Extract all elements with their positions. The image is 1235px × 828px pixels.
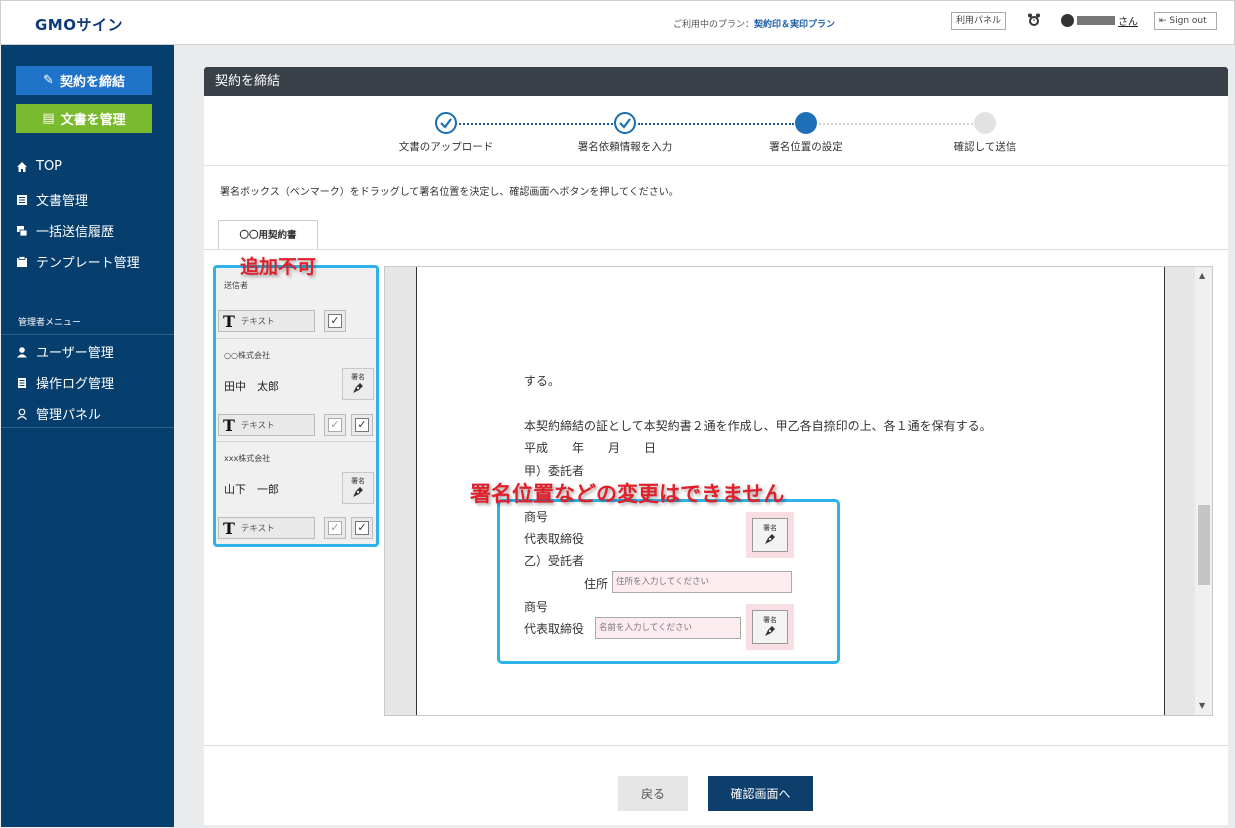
signature-box[interactable]: 署名 [342, 368, 374, 400]
check-icon: ✓ [328, 418, 342, 432]
handshake-icon: ✎ [43, 73, 54, 88]
sidebar: ✎ 契約を締結 ▤ 文書を管理 TOP 文書管理 一括送信履歴 テンプレート管理 管… [1, 45, 174, 827]
signer-checkbox-optional[interactable]: ✓ [324, 517, 346, 539]
doc-line: 本契約締結の証として本契約書２通を作成し、甲乙各自捺印の上、各１通を保有する。 [524, 419, 992, 433]
avatar-icon [1061, 14, 1074, 27]
step-connector [819, 123, 973, 125]
manage-documents-button[interactable]: ▤ 文書を管理 [16, 104, 152, 133]
sidebar-item-log-management[interactable]: 操作ログ管理 [16, 373, 114, 392]
check-icon: ✓ [355, 521, 369, 535]
document-list-icon [17, 194, 27, 205]
signer-divider [216, 441, 376, 442]
annotation-cannot-add: 追加不可 [240, 256, 317, 278]
page-title: 契約を締結 [204, 67, 1228, 96]
template-icon [17, 255, 27, 267]
sidebar-item-user-management[interactable]: ユーザー管理 [16, 342, 114, 361]
annotation-cannot-change: 署名位置などの変更はできません [470, 482, 785, 506]
step-1-check-icon [435, 112, 457, 134]
text-icon: T [223, 311, 235, 331]
scroll-up-icon[interactable]: ▲ [1199, 271, 1205, 280]
sidebar-divider [1, 427, 174, 428]
tab-underline [204, 249, 1228, 250]
tab-contract-document[interactable]: 〇〇用契約書 [218, 220, 318, 250]
highlight-frame-document [497, 499, 840, 664]
signature-box[interactable]: 署名 [342, 472, 374, 504]
footer-divider [204, 745, 1228, 746]
sidebar-divider [1, 334, 174, 335]
doc-line: する。 [524, 374, 561, 388]
admin-panel-icon [17, 408, 27, 420]
instruction-text: 署名ボックス（ペンマーク）をドラッグして署名位置を決定し、確認画面へボタンを押し… [220, 187, 679, 198]
signer-text-box[interactable]: T テキスト [218, 414, 315, 436]
plan-name[interactable]: 契約印＆実印プラン [754, 20, 835, 30]
document-icon: ▤ [42, 111, 55, 126]
step-indicator: 文書のアップロード 署名依頼情報を入力 署名位置の設定 確認して送信 [204, 96, 1228, 166]
step-2-check-icon [614, 112, 636, 134]
sidebar-item-documents[interactable]: 文書管理 [16, 190, 88, 209]
sender-checkbox[interactable]: ✓ [324, 310, 346, 332]
usage-panel-button[interactable]: 利用パネル [951, 12, 1007, 30]
logo[interactable]: GMOサイン [35, 14, 123, 35]
text-icon: T [223, 415, 235, 435]
sidebar-item-batch-history[interactable]: 一括送信履歴 [16, 221, 114, 240]
vertical-scrollbar[interactable]: ▲ ▼ [1195, 267, 1212, 715]
step-label-upload: 文書のアップロード [398, 141, 494, 153]
alarm-icon[interactable] [1027, 13, 1041, 27]
user-menu[interactable]: さん [1061, 13, 1138, 28]
pen-icon [353, 487, 363, 497]
signer-name: 山下 一郎 [224, 483, 279, 496]
signer-list: 送信者 T テキスト ✓ ○○株式会社 田中 太郎 署名 T テキスト ✓ ✓ xx… [213, 265, 379, 547]
step-connector [638, 123, 794, 125]
back-button[interactable]: 戻る [618, 776, 688, 811]
main-panel: 契約を締結 文書のアップロード 署名依頼情報を入力 署名位置の設定 確認して送信… [204, 67, 1228, 825]
step-label-request-info: 署名依頼情報を入力 [577, 141, 673, 153]
home-icon [17, 161, 27, 172]
scroll-down-icon[interactable]: ▼ [1199, 701, 1205, 710]
sidebar-item-templates[interactable]: テンプレート管理 [16, 252, 140, 271]
sender-label: 送信者 [224, 281, 248, 290]
batch-icon [17, 225, 28, 236]
signer-name: 田中 太郎 [224, 380, 279, 393]
signer-checkbox-optional[interactable]: ✓ [324, 414, 346, 436]
signer-text-box[interactable]: T テキスト [218, 517, 315, 539]
step-connector [459, 123, 613, 125]
sidebar-item-top[interactable]: TOP [16, 159, 62, 174]
signer-divider [216, 338, 376, 339]
signer-company: ○○株式会社 [224, 351, 270, 360]
sender-text-box[interactable]: T テキスト [218, 310, 315, 332]
signer-company: xxx株式会社 [224, 454, 271, 463]
signer-checkbox-required[interactable]: ✓ [351, 414, 373, 436]
user-suffix: さん [1118, 17, 1138, 28]
step-label-signature-position: 署名位置の設定 [769, 141, 843, 153]
sidebar-item-admin-panel[interactable]: 管理パネル [16, 404, 101, 423]
sign-contract-button[interactable]: ✎ 契約を締結 [16, 66, 152, 95]
plan-info: ご利用中のプラン：契約印＆実印プラン [673, 20, 836, 30]
admin-menu-label: 管理者メニュー [18, 318, 82, 328]
signout-icon: ⇤ [1159, 16, 1167, 26]
log-icon [18, 377, 26, 388]
app-header: GMOサイン ご利用中のプラン：契約印＆実印プラン 利用パネル さん ⇤ Sig… [0, 0, 1235, 45]
user-icon [17, 346, 27, 357]
next-confirm-button[interactable]: 確認画面へ [708, 776, 813, 811]
doc-line: 平成 年 月 日 [524, 441, 657, 455]
step-3-active-dot [795, 112, 817, 134]
pen-icon [353, 383, 363, 393]
user-name-redacted [1077, 16, 1115, 25]
text-icon: T [223, 518, 235, 538]
signer-checkbox-required[interactable]: ✓ [351, 517, 373, 539]
step-label-confirm-send: 確認して送信 [953, 141, 1017, 153]
check-icon: ✓ [328, 314, 342, 328]
scroll-thumb[interactable] [1198, 505, 1210, 585]
check-icon: ✓ [355, 418, 369, 432]
signout-button[interactable]: ⇤ Sign out [1154, 12, 1217, 30]
check-icon: ✓ [328, 521, 342, 535]
step-4-pending-dot [974, 112, 996, 134]
doc-line: 甲）委託者 [524, 464, 585, 478]
